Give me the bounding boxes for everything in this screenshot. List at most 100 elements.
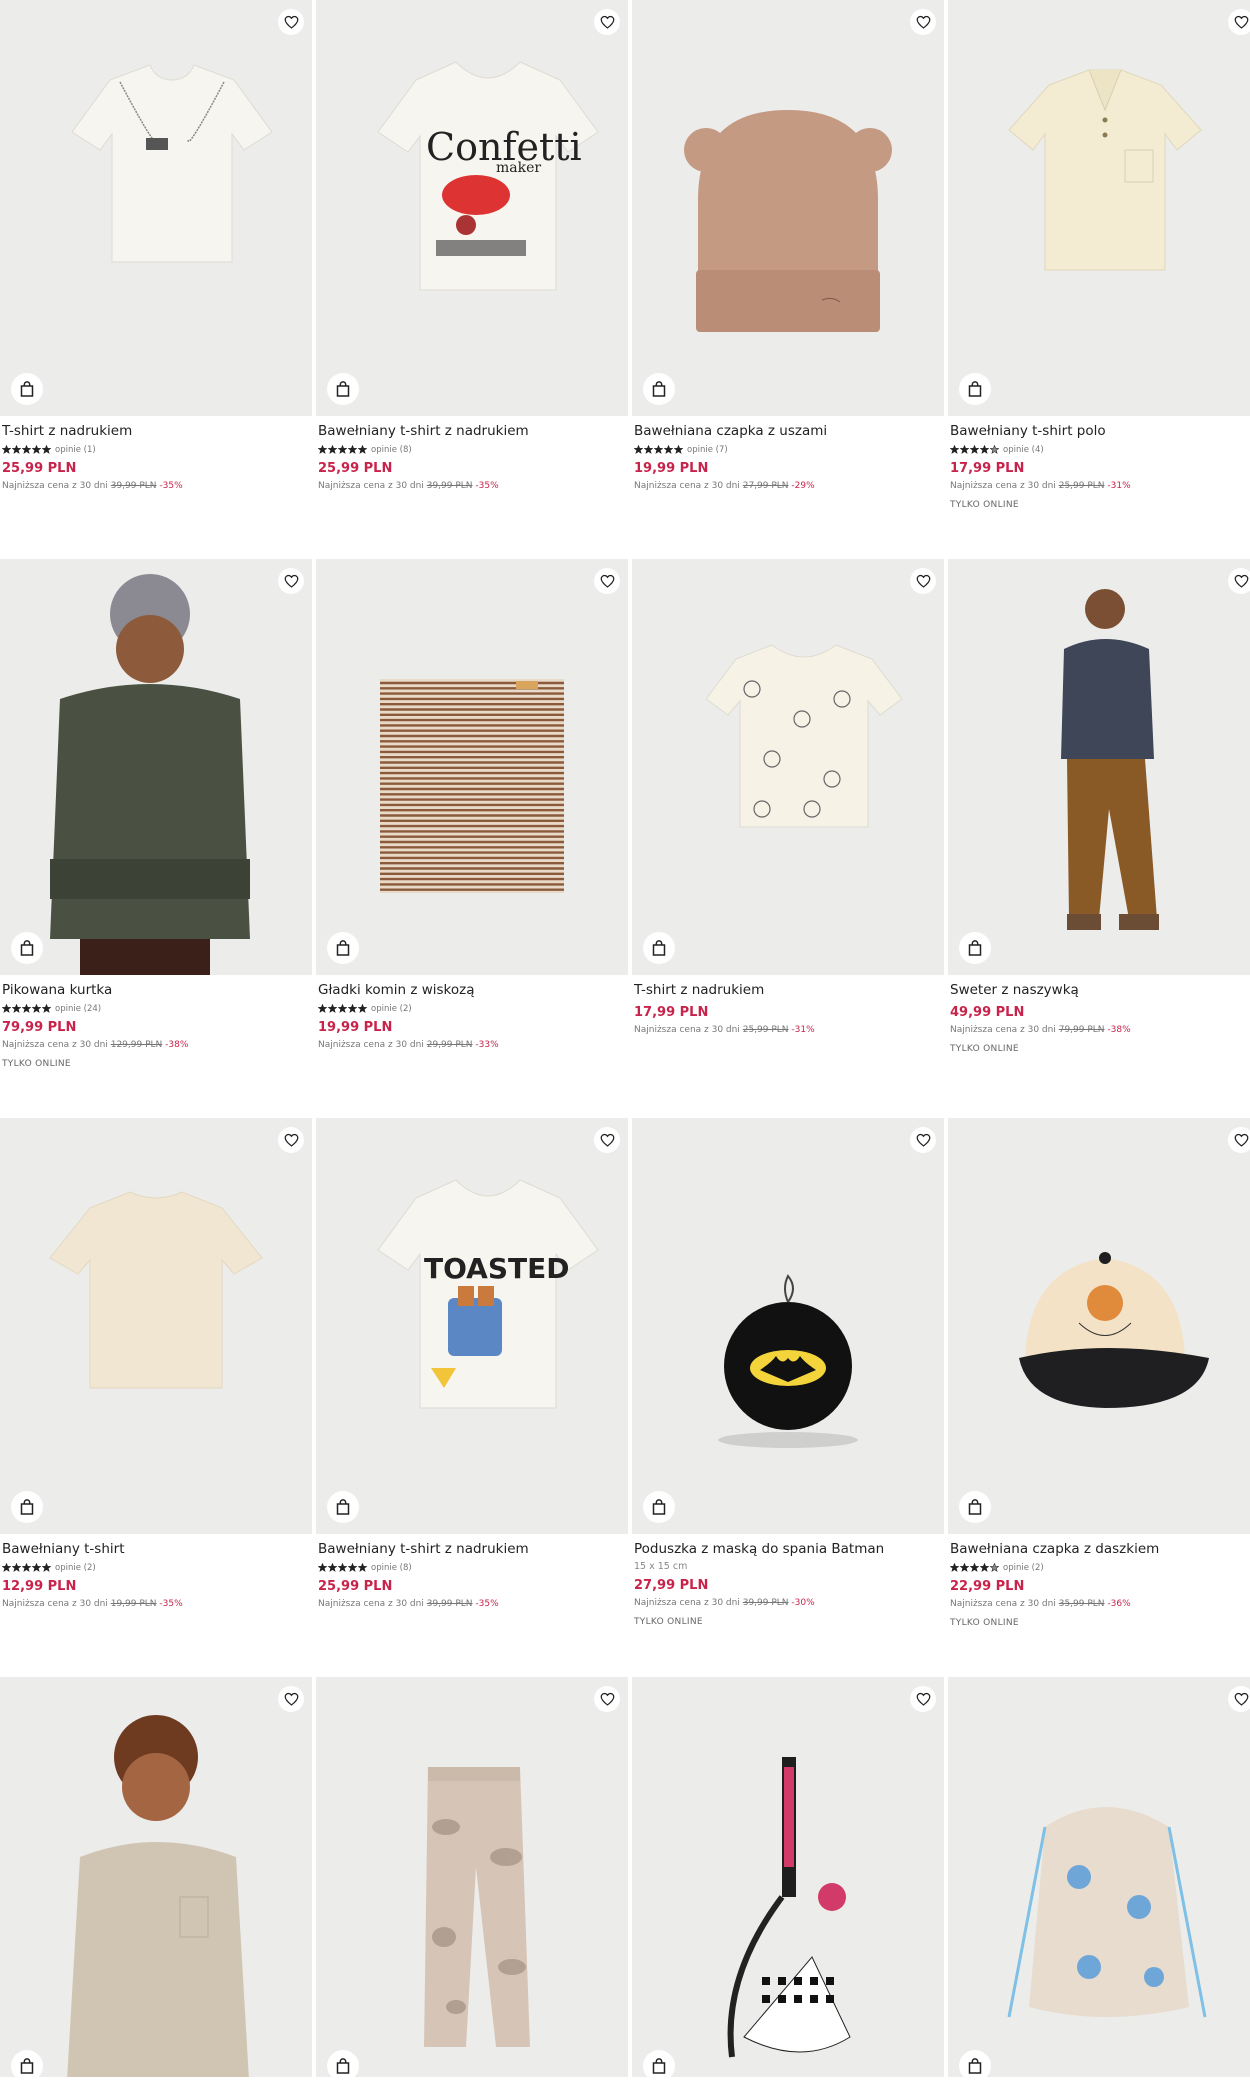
review-count: opinie (2) <box>1003 1562 1044 1573</box>
add-to-cart-button[interactable] <box>327 932 359 964</box>
add-to-wishlist-button[interactable] <box>910 1686 936 1712</box>
product-name[interactable]: Bawełniany t-shirt polo <box>950 423 1250 440</box>
product-card[interactable]: Confetti maker Bawełniany t-shirt z nadru… <box>316 0 628 559</box>
product-name[interactable]: Bawełniana czapka z uszami <box>634 423 942 440</box>
add-to-cart-button[interactable] <box>959 2050 991 2077</box>
product-image[interactable] <box>0 1677 312 2077</box>
add-to-wishlist-button[interactable] <box>278 1127 304 1153</box>
lowest-price-30-days: Najniższa cena z 30 dni 129,99 PLN -38% <box>2 1040 310 1050</box>
product-image[interactable]: TOASTED <box>316 1118 628 1534</box>
add-to-cart-button[interactable] <box>643 373 675 405</box>
star-icon <box>348 1004 357 1013</box>
add-to-cart-button[interactable] <box>959 373 991 405</box>
product-card[interactable]: Pikowana kurtka opinie (24) 79,99 PLN Na… <box>0 559 312 1118</box>
add-to-cart-button[interactable] <box>11 2050 43 2077</box>
add-to-wishlist-button[interactable] <box>910 1127 936 1153</box>
add-to-cart-button[interactable] <box>11 1491 43 1523</box>
product-image[interactable]: Confetti maker <box>316 0 628 416</box>
review-count: opinie (2) <box>371 1003 412 1014</box>
product-card[interactable] <box>948 1677 1250 2077</box>
add-to-wishlist-button[interactable] <box>910 568 936 594</box>
product-price: 17,99 PLN <box>950 461 1025 476</box>
product-name[interactable]: Gładki komin z wiskozą <box>318 982 626 999</box>
add-to-cart-button[interactable] <box>11 932 43 964</box>
product-image[interactable] <box>948 559 1250 975</box>
add-to-cart-button[interactable] <box>11 373 43 405</box>
product-card[interactable]: Bawełniany t-shirt polo opinie (4) 17,99… <box>948 0 1250 559</box>
add-to-wishlist-button[interactable] <box>594 9 620 35</box>
star-icon <box>970 445 979 454</box>
product-name[interactable]: Bawełniany t-shirt z nadrukiem <box>318 1541 626 1558</box>
online-only-badge: TYLKO ONLINE <box>950 1618 1019 1628</box>
product-image[interactable] <box>948 1677 1250 2077</box>
lowest-price-label: Najniższa cena z 30 dni <box>2 481 108 491</box>
product-image[interactable] <box>948 1118 1250 1534</box>
product-card[interactable]: Poduszka z maską do spania Batman 15 x 1… <box>632 1118 944 1677</box>
add-to-wishlist-button[interactable] <box>1228 1127 1250 1153</box>
lowest-price-30-days: Najniższa cena z 30 dni 19,99 PLN -35% <box>2 1599 310 1609</box>
add-to-wishlist-button[interactable] <box>1228 1686 1250 1712</box>
add-to-wishlist-button[interactable] <box>278 1686 304 1712</box>
product-rating: opinie (2) <box>2 1562 310 1573</box>
star-icon <box>42 1004 51 1013</box>
star-icon <box>2 1563 11 1572</box>
star-icon <box>960 445 969 454</box>
product-price: 25,99 PLN <box>318 461 393 476</box>
discount-percent: -35% <box>159 481 183 491</box>
product-card[interactable] <box>316 1677 628 2077</box>
product-name[interactable]: Bawełniany t-shirt <box>2 1541 310 1558</box>
product-name[interactable]: Poduszka z maską do spania Batman <box>634 1541 942 1558</box>
product-card[interactable] <box>0 1677 312 2077</box>
add-to-cart-button[interactable] <box>643 932 675 964</box>
product-card[interactable]: Gładki komin z wiskozą opinie (2) 19,99 … <box>316 559 628 1118</box>
product-card[interactable]: TOASTED Bawełniany t-shirt z nadrukiem o… <box>316 1118 628 1677</box>
product-price: 19,99 PLN <box>318 1020 393 1035</box>
product-name[interactable]: T-shirt z nadrukiem <box>634 982 942 999</box>
product-image[interactable] <box>632 1118 944 1534</box>
add-to-cart-button[interactable] <box>643 1491 675 1523</box>
add-to-wishlist-button[interactable] <box>594 568 620 594</box>
product-name[interactable]: Sweter z naszywką <box>950 982 1250 999</box>
product-image[interactable] <box>316 1677 628 2077</box>
star-rating <box>2 1563 51 1572</box>
product-illustration <box>49 1191 263 1389</box>
add-to-wishlist-button[interactable] <box>594 1686 620 1712</box>
old-price: 39,99 PLN <box>742 1598 789 1608</box>
product-card[interactable]: Sweter z naszywką 49,99 PLN Najniższa ce… <box>948 559 1250 1118</box>
add-to-wishlist-button[interactable] <box>594 1127 620 1153</box>
product-name[interactable]: T-shirt z nadrukiem <box>2 423 310 440</box>
product-image[interactable] <box>0 0 312 416</box>
product-image[interactable] <box>0 1118 312 1534</box>
add-to-cart-button[interactable] <box>959 1491 991 1523</box>
add-to-cart-button[interactable] <box>959 932 991 964</box>
add-to-wishlist-button[interactable] <box>1228 9 1250 35</box>
add-to-cart-button[interactable] <box>327 373 359 405</box>
product-image[interactable] <box>632 1677 944 2077</box>
shopping-bag-icon <box>968 2058 982 2074</box>
heart-icon <box>916 1692 930 1706</box>
product-image[interactable] <box>632 0 944 416</box>
product-name[interactable]: Bawełniana czapka z daszkiem <box>950 1541 1250 1558</box>
star-rating <box>2 445 51 454</box>
product-image[interactable] <box>948 0 1250 416</box>
add-to-cart-button[interactable] <box>327 2050 359 2077</box>
add-to-wishlist-button[interactable] <box>1228 568 1250 594</box>
product-card[interactable] <box>632 1677 944 2077</box>
add-to-cart-button[interactable] <box>327 1491 359 1523</box>
product-image[interactable] <box>632 559 944 975</box>
product-name[interactable]: Pikowana kurtka <box>2 982 310 999</box>
add-to-wishlist-button[interactable] <box>278 568 304 594</box>
add-to-wishlist-button[interactable] <box>910 9 936 35</box>
product-image[interactable] <box>316 559 628 975</box>
product-card[interactable]: Bawełniana czapka z uszami opinie (7) 19… <box>632 0 944 559</box>
old-price: 39,99 PLN <box>426 1599 473 1609</box>
product-price: 27,99 PLN <box>634 1578 709 1593</box>
product-card[interactable]: Bawełniana czapka z daszkiem opinie (2) … <box>948 1118 1250 1677</box>
add-to-cart-button[interactable] <box>643 2050 675 2077</box>
product-card[interactable]: T-shirt z nadrukiem opinie (1) 25,99 PLN… <box>0 0 312 559</box>
product-image[interactable] <box>0 559 312 975</box>
product-card[interactable]: T-shirt z nadrukiem 17,99 PLN Najniższa … <box>632 559 944 1118</box>
product-card[interactable]: Bawełniany t-shirt opinie (2) 12,99 PLN … <box>0 1118 312 1677</box>
product-name[interactable]: Bawełniany t-shirt z nadrukiem <box>318 423 626 440</box>
add-to-wishlist-button[interactable] <box>278 9 304 35</box>
